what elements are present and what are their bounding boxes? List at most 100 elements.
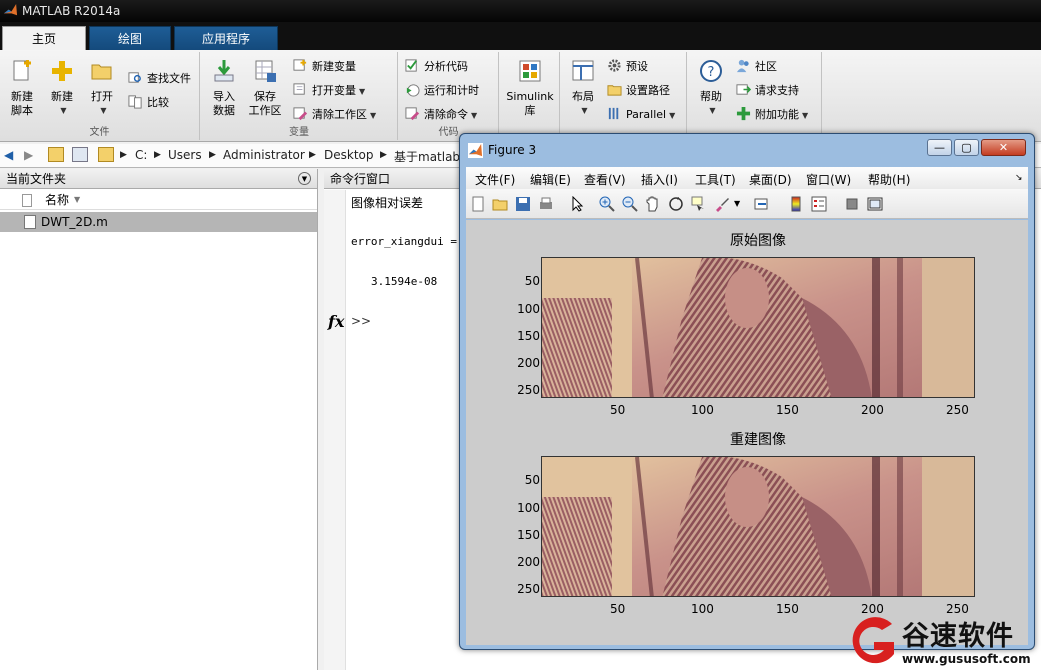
import-data-button[interactable]: 导入 数据 xyxy=(207,58,241,118)
ytick: 250 xyxy=(517,383,540,397)
menu-dock-icon[interactable]: ↘ xyxy=(1015,173,1023,183)
menu-desktop[interactable]: 桌面(D) xyxy=(749,171,792,188)
show-plot-tools-icon[interactable] xyxy=(867,196,883,212)
compare-button[interactable]: 比较 xyxy=(128,94,169,112)
print-icon[interactable] xyxy=(538,196,554,212)
open-button[interactable]: 打开 ▼ xyxy=(84,58,120,118)
clear-commands-dropdown-icon[interactable]: ▼ xyxy=(471,111,477,120)
pointer-icon[interactable] xyxy=(570,196,586,212)
link-plot-icon[interactable] xyxy=(754,196,770,212)
save-label-1: 保存 xyxy=(254,90,276,103)
list-item[interactable]: DWT_2D.m xyxy=(0,212,317,232)
original-image[interactable] xyxy=(541,257,975,398)
panel-menu-icon[interactable]: ▼ xyxy=(298,172,311,185)
tab-plots[interactable]: 绘图 xyxy=(89,26,171,50)
output-line-variable: error_xiangdui = xyxy=(351,235,457,248)
path-segment-administrator[interactable]: Administrator xyxy=(223,148,305,162)
file-name: DWT_2D.m xyxy=(41,215,108,229)
menu-view[interactable]: 查看(V) xyxy=(584,171,626,188)
window-title: MATLAB R2014a xyxy=(22,4,121,18)
forward-arrow-icon[interactable]: ▶ xyxy=(24,148,33,162)
path-segment-folder[interactable]: 基于matlab xyxy=(394,148,460,165)
ytick: 50 xyxy=(524,274,540,288)
menu-insert[interactable]: 插入(I) xyxy=(641,171,678,188)
data-cursor-icon[interactable] xyxy=(691,196,707,212)
zoom-in-icon[interactable] xyxy=(599,196,615,212)
run-and-time-button[interactable]: 运行和计时 xyxy=(405,82,479,100)
preferences-button[interactable]: 预设 xyxy=(607,58,648,76)
menu-edit[interactable]: 编辑(E) xyxy=(530,171,571,188)
back-arrow-icon[interactable]: ◀ xyxy=(4,148,13,162)
path-separator-icon: ▶ xyxy=(209,150,216,160)
menu-window[interactable]: 窗口(W) xyxy=(806,171,851,188)
brush-dropdown-icon[interactable]: ▼ xyxy=(734,199,750,215)
hide-plot-tools-icon[interactable] xyxy=(844,196,860,212)
new-dropdown-icon[interactable]: ▼ xyxy=(47,104,80,118)
folder-open-icon xyxy=(91,64,112,80)
clear-workspace-dropdown-icon[interactable]: ▼ xyxy=(370,111,376,120)
set-path-button[interactable]: 设置路径 xyxy=(607,82,670,100)
layout-dropdown-icon[interactable]: ▼ xyxy=(568,104,601,118)
legend-icon[interactable] xyxy=(811,196,827,212)
run-time-icon xyxy=(406,84,420,97)
open-variable-button[interactable]: 打开变量 ▼ xyxy=(293,82,365,100)
clear-workspace-button[interactable]: 清除工作区 ▼ xyxy=(293,106,376,124)
maximize-button[interactable]: ▢ xyxy=(954,139,979,156)
new-script-button[interactable]: 新建 脚本 xyxy=(4,58,40,118)
ribbon: 新建 脚本 新建 ▼ 打开 ▼ 查找文件 比较 文件 导入 数据 保存 工作区 … xyxy=(0,50,1041,142)
addons-dropdown-icon[interactable]: ▼ xyxy=(802,111,808,120)
save-workspace-button[interactable]: 保存 工作区 xyxy=(245,58,285,118)
brush-icon[interactable] xyxy=(714,196,730,212)
fx-icon[interactable]: fx xyxy=(328,312,344,331)
menu-tools[interactable]: 工具(T) xyxy=(695,171,736,188)
request-support-button[interactable]: 请求支持 xyxy=(736,82,799,100)
browse-icon[interactable] xyxy=(72,147,88,162)
find-files-button[interactable]: 查找文件 xyxy=(128,70,191,88)
current-folder-header: 当前文件夹 ▼ xyxy=(0,169,317,189)
clear-commands-button[interactable]: 清除命令 ▼ xyxy=(405,106,477,124)
path-segment-desktop[interactable]: Desktop xyxy=(324,148,374,162)
save-icon[interactable] xyxy=(515,196,531,212)
layout-button[interactable]: 布局 ▼ xyxy=(565,58,601,118)
new-figure-icon[interactable] xyxy=(470,196,486,212)
open-variable-dropdown-icon[interactable]: ▼ xyxy=(359,87,365,96)
pan-hand-icon[interactable] xyxy=(645,196,661,212)
reconstructed-image[interactable] xyxy=(541,456,975,597)
command-prompt[interactable]: >> xyxy=(351,314,371,328)
new-button[interactable]: 新建 ▼ xyxy=(44,58,80,118)
watermark: 谷速软件 www.gususoft.com xyxy=(840,612,1041,670)
simulink-label-1: Simulink xyxy=(506,90,554,103)
help-button[interactable]: ? 帮助 ▼ xyxy=(694,58,728,118)
parallel-dropdown-icon[interactable]: ▼ xyxy=(669,111,675,120)
xtick: 50 xyxy=(610,602,626,616)
rotate-3d-icon[interactable] xyxy=(668,196,684,212)
colorbar-icon[interactable] xyxy=(788,196,804,212)
help-dropdown-icon[interactable]: ▼ xyxy=(697,104,728,118)
svg-text:?: ? xyxy=(708,65,715,80)
simulink-icon xyxy=(519,60,541,82)
minimize-button[interactable]: — xyxy=(927,139,952,156)
tab-home[interactable]: 主页 xyxy=(2,26,86,50)
figure-menu-bar: 文件(F) 编辑(E) 查看(V) 插入(I) 工具(T) 桌面(D) 窗口(W… xyxy=(466,167,1028,189)
open-file-icon[interactable] xyxy=(492,196,508,212)
close-button[interactable]: ✕ xyxy=(981,139,1026,156)
tab-apps[interactable]: 应用程序 xyxy=(174,26,278,50)
current-folder-title: 当前文件夹 xyxy=(6,172,67,186)
zoom-out-icon[interactable] xyxy=(622,196,638,212)
original-image-render xyxy=(542,258,974,397)
menu-file[interactable]: 文件(F) xyxy=(475,171,515,188)
addon-plus-icon xyxy=(736,106,751,121)
column-header[interactable]: 名称 ▼ xyxy=(0,190,317,210)
new-variable-button[interactable]: 新建变量 xyxy=(293,58,356,76)
menu-help[interactable]: 帮助(H) xyxy=(868,171,910,188)
path-segment-c[interactable]: C: xyxy=(135,148,147,162)
up-folder-icon[interactable] xyxy=(48,147,64,162)
set-path-label: 设置路径 xyxy=(626,84,670,97)
community-button[interactable]: 社区 xyxy=(736,58,777,76)
path-segment-users[interactable]: Users xyxy=(168,148,202,162)
analyze-code-button[interactable]: 分析代码 xyxy=(405,58,468,76)
open-dropdown-icon[interactable]: ▼ xyxy=(87,104,120,118)
parallel-button[interactable]: Parallel ▼ xyxy=(607,106,675,124)
addons-button[interactable]: 附加功能 ▼ xyxy=(736,106,808,124)
simulink-library-button[interactable]: Simulink 库 xyxy=(502,58,558,118)
